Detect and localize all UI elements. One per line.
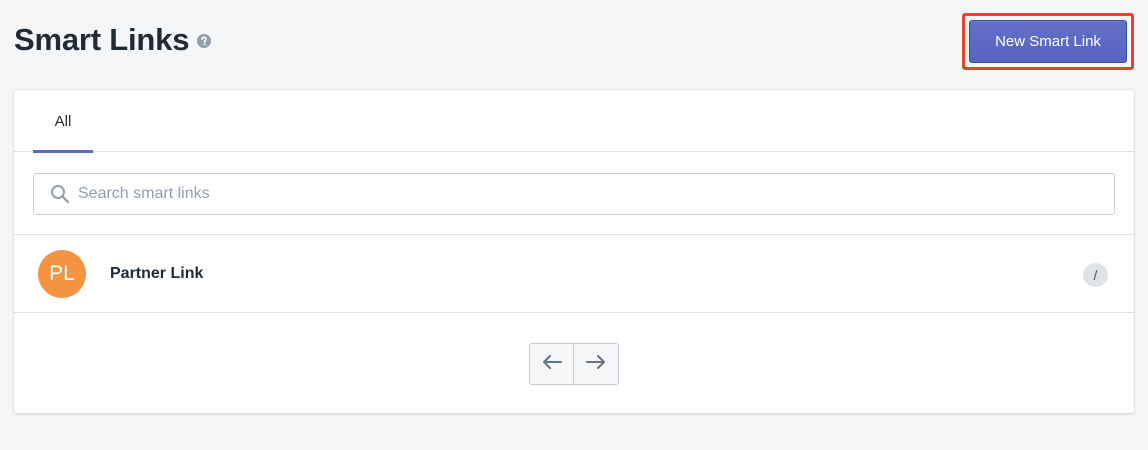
arrow-right-icon (585, 354, 607, 375)
new-smart-link-highlight: New Smart Link (962, 13, 1134, 70)
page-title-text: Smart Links (14, 22, 190, 57)
smart-link-name[interactable]: Partner Link (110, 265, 203, 283)
page-header: Smart Links New Smart Link (14, 13, 1134, 70)
search-input[interactable] (78, 175, 1114, 213)
arrow-left-icon (541, 354, 563, 375)
next-page-button[interactable] (574, 343, 619, 385)
tab-bar: All (14, 90, 1134, 153)
page-title: Smart Links (14, 22, 212, 58)
path-badge: / (1083, 263, 1108, 287)
avatar: PL (38, 250, 86, 298)
tab-all-label: All (54, 112, 72, 130)
new-smart-link-button[interactable]: New Smart Link (969, 20, 1127, 63)
tab-all[interactable]: All (33, 90, 93, 153)
list-item[interactable]: PL Partner Link / (14, 235, 1134, 313)
help-icon[interactable] (197, 34, 212, 48)
pagination (529, 343, 619, 385)
smart-links-card: All PL Partner Link / (14, 90, 1134, 413)
previous-page-button[interactable] (529, 343, 574, 385)
search-field[interactable] (33, 173, 1115, 215)
tab-selected-indicator (33, 150, 93, 153)
search-icon (50, 184, 70, 204)
search-section (14, 152, 1134, 235)
